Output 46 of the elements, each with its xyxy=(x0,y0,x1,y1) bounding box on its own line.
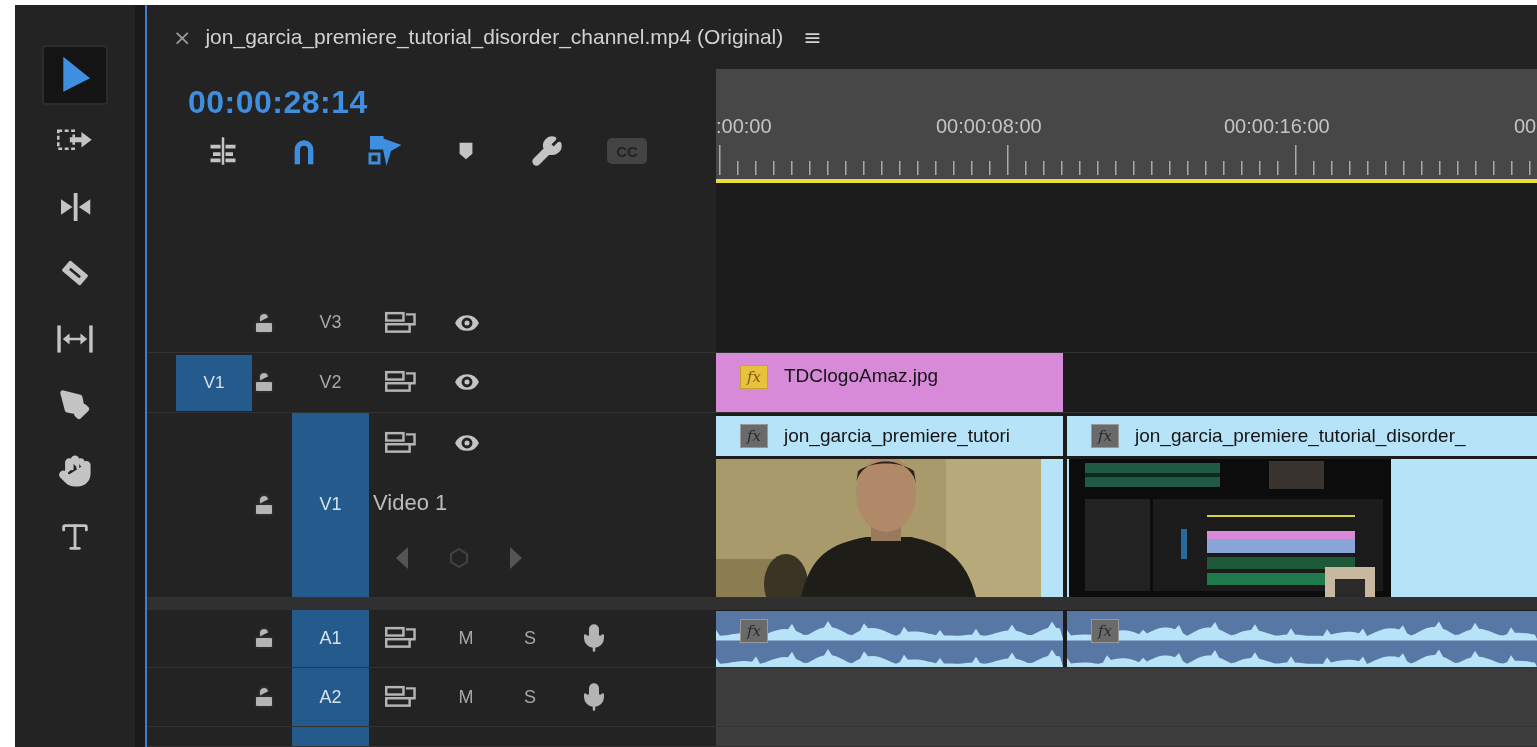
track-label[interactable]: V2 xyxy=(292,352,369,412)
fx-badge: fx xyxy=(740,618,768,643)
fx-badge: fx xyxy=(1091,618,1119,643)
panel-title[interactable]: jon_garcia_premiere_tutorial_disorder_channel.mp4 (Original) xyxy=(205,25,784,50)
source-patch[interactable]: V1 xyxy=(176,354,252,411)
ruler-label: 00:00:16:00 xyxy=(1224,115,1330,139)
sync-lock-button[interactable] xyxy=(384,309,417,336)
track-label[interactable] xyxy=(292,727,369,746)
mute-button[interactable]: M xyxy=(458,627,474,649)
timecode[interactable]: 00:00:28:14 xyxy=(188,84,716,122)
time-ruler[interactable]: :00:00 00:00:08:00 00:00:16:00 00 xyxy=(716,69,1537,184)
close-tab-button[interactable]: × xyxy=(173,24,192,50)
clip-name: jon_garcia_premiere_tutorial_disorder_ xyxy=(1135,424,1466,447)
ruler-label: 00 xyxy=(1514,115,1537,139)
tool-button[interactable] xyxy=(42,45,108,105)
solo-button[interactable]: S xyxy=(524,627,536,649)
mute-button[interactable]: M xyxy=(458,686,474,708)
wrench-icon xyxy=(530,135,563,168)
sync-lock-button[interactable] xyxy=(384,429,417,456)
lock-icon[interactable] xyxy=(252,310,276,335)
lock-icon[interactable] xyxy=(252,370,276,395)
track-label[interactable]: V3 xyxy=(292,293,369,352)
panel-menu-button[interactable]: ≡ xyxy=(797,24,822,50)
lock-icon[interactable] xyxy=(252,492,276,517)
clip-name: TDClogoAmaz.jpg xyxy=(784,364,939,387)
track-label[interactable]: V1 xyxy=(292,412,369,597)
solo-button[interactable]: S xyxy=(524,686,536,708)
sync-lock-icon xyxy=(384,429,417,456)
lock-icon[interactable] xyxy=(252,626,276,651)
track-label[interactable]: A1 xyxy=(292,609,369,667)
track-label[interactable]: A2 xyxy=(292,667,369,727)
sync-lock-icon xyxy=(384,309,417,336)
hand-icon xyxy=(58,454,92,488)
graphic-clip[interactable]: fx TDClogoAmaz.jpg xyxy=(716,352,1063,412)
slip-icon xyxy=(56,324,94,354)
next-keyframe-icon xyxy=(509,545,523,570)
fx-badge: fx xyxy=(740,364,768,389)
ruler-label: 00:00:08:00 xyxy=(936,115,1042,139)
fx-badge: fx xyxy=(1091,423,1119,448)
lock-icon[interactable] xyxy=(252,685,276,710)
fx-badge: fx xyxy=(740,423,768,448)
previous-keyframe-icon xyxy=(395,545,409,570)
clip-name: jon_garcia_premiere_tutori xyxy=(784,424,1010,447)
ruler-label: :00:00 xyxy=(716,115,772,139)
keyframe-icon xyxy=(449,546,469,569)
track-name[interactable]: Video 1 xyxy=(373,489,448,516)
